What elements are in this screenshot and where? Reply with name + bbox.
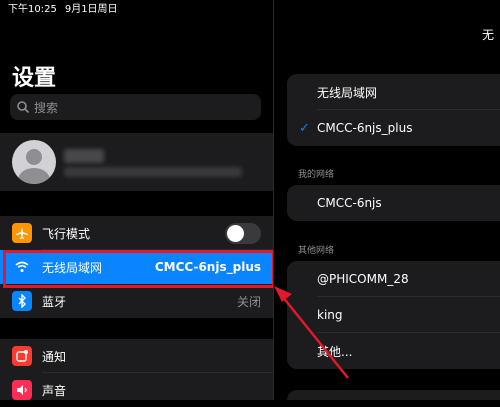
sound-icon: [12, 380, 32, 400]
connected-network-row[interactable]: ✓ CMCC-6njs_plus: [287, 110, 500, 146]
profile-subtitle-blurred: [64, 167, 242, 177]
wlan-toggle-row[interactable]: 无线局域网: [287, 74, 500, 110]
sidebar-item-label: 通知: [42, 349, 67, 364]
network-row[interactable]: @PHICOMM_28: [287, 261, 500, 297]
wlan-toggle-group: 无线局域网 ✓ CMCC-6njs_plus: [287, 74, 500, 146]
apple-id-profile[interactable]: [0, 133, 273, 191]
annotation-highlight-box: [3, 250, 275, 288]
sidebar-item-label: 飞行模式: [42, 226, 91, 241]
toggle-knob: [227, 225, 244, 242]
status-date: 9月1日周日: [64, 4, 118, 15]
page-title: 设置: [12, 66, 57, 91]
airplane-icon: [12, 223, 32, 243]
detail-title: 无: [481, 28, 494, 42]
airplane-mode-toggle[interactable]: [225, 223, 261, 244]
avatar: [12, 140, 56, 184]
network-row[interactable]: CMCC-6njs: [287, 185, 500, 221]
network-name: 其他...: [317, 344, 353, 359]
sidebar-item-label: 蓝牙: [42, 294, 67, 309]
status-time: 下午10:25: [8, 4, 57, 15]
other-networks-group: @PHICOMM_28 king 其他...: [287, 261, 500, 369]
status-bar: 下午10:25 9月1日周日: [8, 0, 126, 15]
network-row[interactable]: king: [287, 297, 500, 333]
checkmark-icon: ✓: [299, 120, 310, 136]
notification-icon: [12, 346, 32, 366]
network-name: CMCC-6njs: [317, 196, 382, 210]
search-input[interactable]: 搜索: [10, 94, 261, 120]
profile-name-blurred: [64, 149, 104, 163]
network-name: king: [317, 308, 343, 322]
sidebar-item-airplane-mode[interactable]: 飞行模式: [0, 216, 273, 250]
sidebar-item-label: 声音: [42, 383, 67, 398]
bluetooth-icon: [12, 291, 32, 311]
next-group-edge: [287, 390, 500, 400]
network-row-other[interactable]: 其他...: [287, 333, 500, 369]
sidebar-item-notifications[interactable]: 通知: [0, 339, 273, 373]
search-icon: [16, 100, 30, 114]
my-networks-group: CMCC-6njs: [287, 185, 500, 221]
my-networks-header: 我的网络: [298, 170, 335, 180]
other-networks-header: 其他网络: [298, 246, 335, 256]
notifications-group: 通知 声音: [0, 339, 273, 400]
sidebar-item-bluetooth[interactable]: 蓝牙 关闭: [0, 284, 273, 318]
network-name: @PHICOMM_28: [317, 272, 409, 286]
settings-sidebar: 下午10:25 9月1日周日 设置 搜索 飞行模式 无线局域网 CMCC-6nj…: [0, 0, 275, 400]
connected-network-name: CMCC-6njs_plus: [317, 121, 413, 135]
sidebar-item-sounds[interactable]: 声音: [0, 373, 273, 407]
sidebar-item-value: 关闭: [236, 294, 261, 309]
search-placeholder: 搜索: [34, 100, 59, 115]
wlan-toggle-label: 无线局域网: [317, 85, 378, 100]
